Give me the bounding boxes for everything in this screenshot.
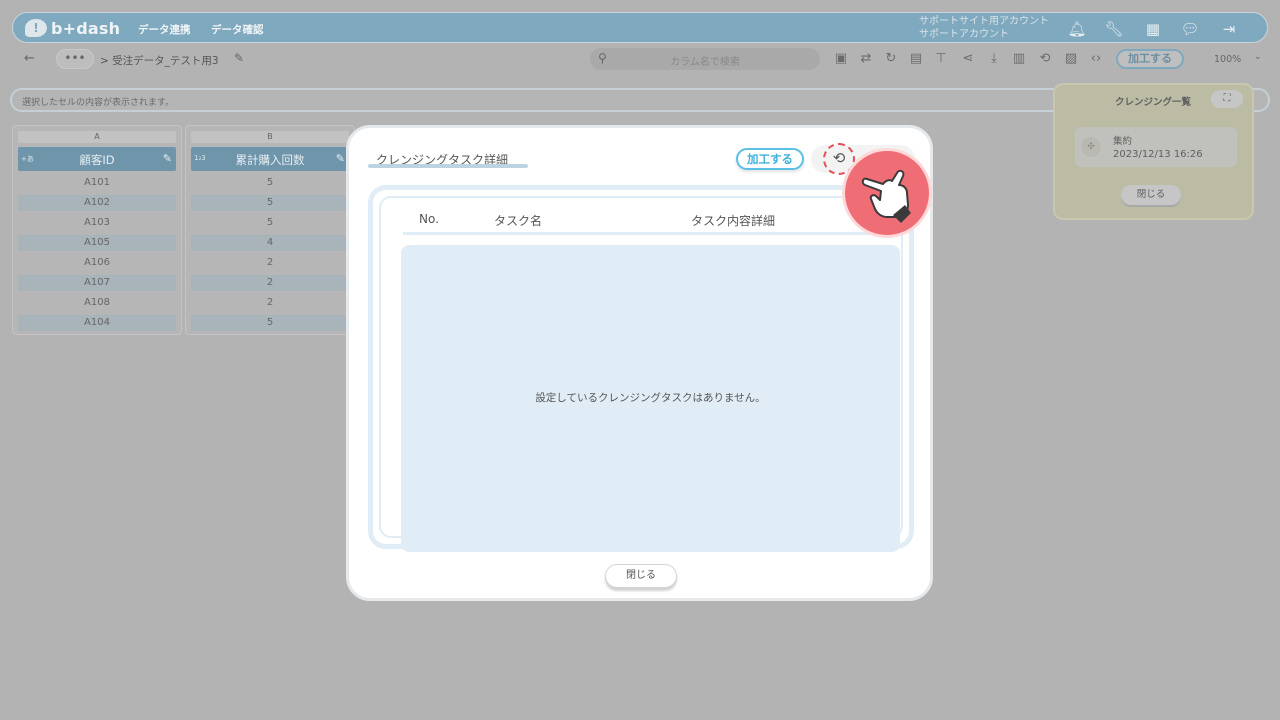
table-cell[interactable]: 2 (191, 275, 349, 291)
header-no: No. (419, 212, 439, 226)
fullscreen-icon[interactable]: ⛶ (1211, 90, 1243, 108)
pointing-hand-icon (842, 148, 932, 238)
edit-column-pencil-icon[interactable]: ✎ (336, 152, 345, 165)
table-cell[interactable]: A102 (18, 195, 176, 211)
logout-icon[interactable]: ⇥ (1219, 19, 1239, 39)
task-table-frame: No. タスク名 タスク内容詳細 設定しているクレンジングタスクはありません。 (368, 185, 914, 552)
save-icon[interactable]: ▨ (1062, 50, 1080, 68)
account-line2: サポートアカウント (919, 29, 1009, 40)
breadcrumb: > 受注データ_テスト用3 (100, 55, 219, 67)
data-column-b: B 1₂3 累計購入回数 ✎ 5 5 5 4 2 2 2 5 (185, 125, 355, 335)
table-cell[interactable]: 2 (191, 255, 349, 271)
bell-icon[interactable]: 🔔︎ (1067, 19, 1087, 39)
apps-grid-icon[interactable]: ▦ (1143, 19, 1163, 39)
toolbar: ← ••• > 受注データ_テスト用3 ✎ ⚲ カラム名で検索 ▣ ⇄ ↻ ▤ … (8, 46, 1272, 74)
task-list-body: 設定しているクレンジングタスクはありません。 (401, 245, 900, 552)
logo-text: b+dash (51, 18, 121, 38)
table-cell[interactable]: A101 (18, 175, 176, 191)
cleansing-item-title: 集約 (1113, 136, 1133, 147)
swap-icon[interactable]: ⇄ (857, 50, 875, 68)
empty-message: 設定しているクレンジングタスクはありません。 (535, 392, 766, 404)
nav-data-check[interactable]: データ確認 (211, 22, 264, 37)
back-arrow-icon[interactable]: ← (24, 51, 35, 66)
chat-icon[interactable]: 💬︎ (1180, 19, 1200, 39)
table-cell[interactable]: 5 (191, 215, 349, 231)
cleansing-item[interactable]: ✣ 集約 2023/12/13 16:26 (1075, 127, 1237, 167)
wrench-icon[interactable]: 🔧︎ (1104, 19, 1124, 39)
process-button[interactable]: 加工する (1116, 49, 1184, 69)
share-icon[interactable]: ⋖ (959, 50, 977, 68)
table-cell[interactable]: A107 (18, 275, 176, 291)
table-cell[interactable]: A105 (18, 235, 176, 251)
table-cell[interactable]: 4 (191, 235, 349, 251)
account-info[interactable]: サポートサイト用アカウント サポートアカウント (919, 15, 1049, 41)
table-cell[interactable]: 5 (191, 195, 349, 211)
data-column-a: A +あ 顧客ID ✎ A101 A102 A103 A105 A106 A10… (12, 125, 182, 335)
logo[interactable]: ! b+dash (25, 18, 120, 38)
header-divider (403, 232, 891, 235)
account-line1: サポートサイト用アカウント (919, 16, 1049, 27)
table-cell[interactable]: 5 (191, 315, 349, 331)
column-header[interactable]: +あ 顧客ID ✎ (18, 147, 176, 171)
modal-process-button[interactable]: 加工する (736, 148, 804, 170)
header-task-name: タスク名 (494, 214, 543, 228)
table-cell[interactable]: A103 (18, 215, 176, 231)
cell-preview-text: 選択したセルの内容が表示されます。 (22, 98, 175, 108)
nav-data-link[interactable]: データ連携 (138, 22, 191, 37)
column-header[interactable]: 1₂3 累計購入回数 ✎ (191, 147, 349, 171)
cleansing-item-date: 2023/12/13 16:26 (1113, 149, 1203, 160)
edit-name-pencil-icon[interactable]: ✎ (234, 51, 244, 65)
column-letter[interactable]: A (18, 131, 176, 143)
history-icon[interactable]: ⟲ (1036, 50, 1054, 68)
trash-icon[interactable]: ▥ (1010, 50, 1028, 68)
chevron-down-icon[interactable]: ⌄ (1254, 52, 1262, 62)
clipboard-icon[interactable]: ▤ (907, 50, 925, 68)
csv-icon[interactable]: ▣ (832, 50, 850, 68)
code-icon[interactable]: ‹› (1087, 50, 1105, 68)
cleansing-list-title: クレンジング一覧 (1115, 97, 1192, 108)
logo-icon: ! (25, 19, 47, 37)
column-name: 顧客ID (79, 153, 115, 167)
column-letter[interactable]: B (191, 131, 349, 143)
table-cell[interactable]: A106 (18, 255, 176, 271)
task-table: No. タスク名 タスク内容詳細 設定しているクレンジングタスクはありません。 (379, 196, 903, 552)
modal-close-button[interactable]: 閉じる (605, 564, 677, 588)
hierarchy-icon[interactable]: ⊤ (932, 50, 950, 68)
search-input[interactable]: カラム名で検索 (590, 53, 820, 68)
cleansing-list-panel: クレンジング一覧 ⛶ ✣ 集約 2023/12/13 16:26 閉じる (1053, 83, 1254, 220)
table-cell[interactable]: 2 (191, 295, 349, 311)
table-cell[interactable]: 5 (191, 175, 349, 191)
top-bar: ! b+dash データ連携 データ確認 サポートサイト用アカウント サポートア… (12, 12, 1268, 43)
table-cell[interactable]: A108 (18, 295, 176, 311)
download-icon[interactable]: ⤓ (985, 50, 1003, 68)
title-underline (368, 164, 528, 168)
refresh-icon[interactable]: ↻ (882, 50, 900, 68)
aggregate-icon: ✣ (1081, 137, 1101, 157)
column-name: 累計購入回数 (235, 153, 305, 167)
more-button[interactable]: ••• (56, 49, 94, 69)
zoom-select[interactable]: 100% (1214, 54, 1241, 65)
edit-column-pencil-icon[interactable]: ✎ (163, 152, 172, 165)
panel-close-button[interactable]: 閉じる (1121, 185, 1181, 205)
header-task-detail: タスク内容詳細 (691, 214, 776, 228)
table-cell[interactable]: A104 (18, 315, 176, 331)
column-search[interactable]: ⚲ カラム名で検索 (590, 48, 820, 70)
